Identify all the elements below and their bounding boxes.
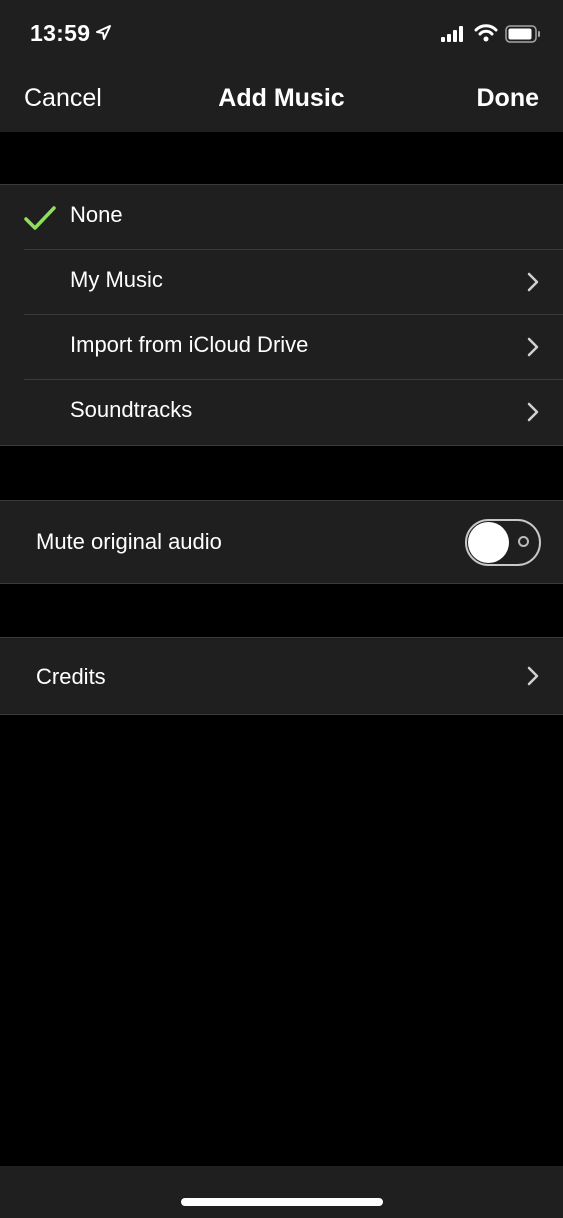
music-option-label: Soundtracks: [70, 397, 193, 422]
checkmark-icon: [24, 205, 56, 236]
battery-icon: [505, 25, 541, 48]
done-button[interactable]: Done: [477, 84, 540, 113]
navigation-bar: Cancel Add Music Done: [0, 70, 563, 132]
location-arrow-icon: [96, 25, 111, 45]
mute-audio-group: Mute original audio: [0, 500, 563, 584]
toggle-off-indicator: [518, 536, 529, 547]
music-option-label: My Music: [70, 267, 163, 292]
music-option-icloud[interactable]: Import from iCloud Drive: [0, 315, 563, 380]
music-option-label: None: [70, 202, 123, 227]
mute-audio-label: Mute original audio: [36, 529, 222, 554]
music-option-my-music[interactable]: My Music: [0, 250, 563, 315]
credits-label: Credits: [36, 664, 106, 689]
chevron-right-icon: [527, 337, 539, 362]
chevron-right-icon: [527, 402, 539, 427]
music-option-label: Import from iCloud Drive: [70, 332, 309, 357]
cellular-signal-icon: [441, 26, 465, 47]
music-option-none[interactable]: None: [0, 185, 563, 250]
music-option-soundtracks[interactable]: Soundtracks: [0, 380, 563, 445]
toggle-knob: [468, 522, 509, 563]
status-bar: 13:59: [0, 0, 563, 70]
chevron-right-icon: [527, 272, 539, 297]
chevron-right-icon: [527, 666, 539, 691]
mute-audio-toggle[interactable]: [465, 519, 541, 566]
wifi-icon: [474, 24, 498, 47]
credits-row[interactable]: Credits: [0, 638, 563, 714]
status-time: 13:59: [30, 20, 91, 46]
credits-group: Credits: [0, 637, 563, 715]
home-indicator-area: [0, 1166, 563, 1218]
music-source-list: None My Music Import from iCloud Drive S…: [0, 184, 563, 446]
mute-audio-row: Mute original audio: [0, 501, 563, 583]
home-indicator[interactable]: [181, 1198, 383, 1206]
